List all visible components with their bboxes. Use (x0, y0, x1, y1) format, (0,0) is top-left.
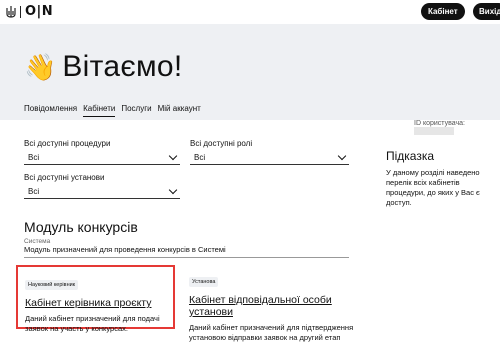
cabinet-link[interactable]: Кабінет відповідальної особи установи (189, 294, 359, 318)
tab-cabinets[interactable]: Кабінети (83, 104, 116, 117)
tab-services[interactable]: Послуги (121, 104, 151, 117)
chevron-down-icon (168, 185, 178, 195)
role-badge: Науковий керівник (25, 280, 79, 290)
site-logo[interactable]: O|N (6, 3, 53, 20)
procedures-label: Всі доступні процедури (24, 139, 111, 148)
exit-button[interactable]: Вихід (473, 3, 500, 20)
hint-title: Підказка (386, 149, 435, 163)
institutions-select-value: Всі (28, 187, 40, 196)
main-tabs: Повідомлення Кабінети Послуги Мій аккаун… (24, 104, 207, 117)
cabinet-description: Даний кабінет призначений для підтвердже… (189, 323, 354, 342)
module-title: Модуль конкурсів (24, 219, 138, 235)
institutions-label: Всі доступні установи (24, 173, 105, 182)
cabinet-description: Даний кабінет призначений для подачі зая… (25, 314, 160, 333)
cabinet-button[interactable]: Кабінет (421, 3, 465, 20)
roles-select-value: Всі (194, 153, 206, 162)
trident-icon (6, 5, 16, 18)
hero-section: 👋 Вітаємо! Повідомлення Кабінети Послуги… (0, 24, 500, 120)
user-id-redacted (414, 127, 454, 135)
roles-select[interactable]: Всі (190, 151, 349, 165)
user-id-label: ID користувача: (414, 120, 465, 127)
hint-text: У даному розділі наведено перелік всіх к… (386, 168, 480, 207)
logo-text: O|N (25, 4, 54, 19)
cabinet-link[interactable]: Кабінет керівника проєкту (25, 297, 166, 309)
institutions-select[interactable]: Всі (24, 185, 180, 199)
cabinet-card-project-manager[interactable]: Науковий керівник Кабінет керівника проє… (16, 265, 175, 333)
page-title: 👋 Вітаємо! (24, 50, 183, 84)
system-label: Система (24, 238, 51, 245)
chevron-down-icon (337, 151, 347, 161)
procedures-select[interactable]: Всі (24, 151, 180, 165)
top-bar: O|N Кабінет Вихід (0, 0, 500, 24)
role-badge: Установа (189, 277, 219, 287)
waving-hand-icon: 👋 (24, 52, 57, 82)
user-id: ID користувача: (414, 120, 500, 135)
roles-label: Всі доступні ролі (190, 139, 253, 148)
system-value: Модуль призначений для проведення конкур… (24, 245, 349, 258)
page-title-text: Вітаємо! (62, 50, 183, 83)
procedures-select-value: Всі (28, 153, 40, 162)
cabinet-card-institution[interactable]: Установа Кабінет відповідальної особи ус… (189, 270, 359, 342)
tab-notifications[interactable]: Повідомлення (24, 104, 77, 117)
tab-my-account[interactable]: Мій аккаунт (158, 104, 201, 117)
logo-divider (20, 5, 21, 18)
chevron-down-icon (168, 151, 178, 161)
